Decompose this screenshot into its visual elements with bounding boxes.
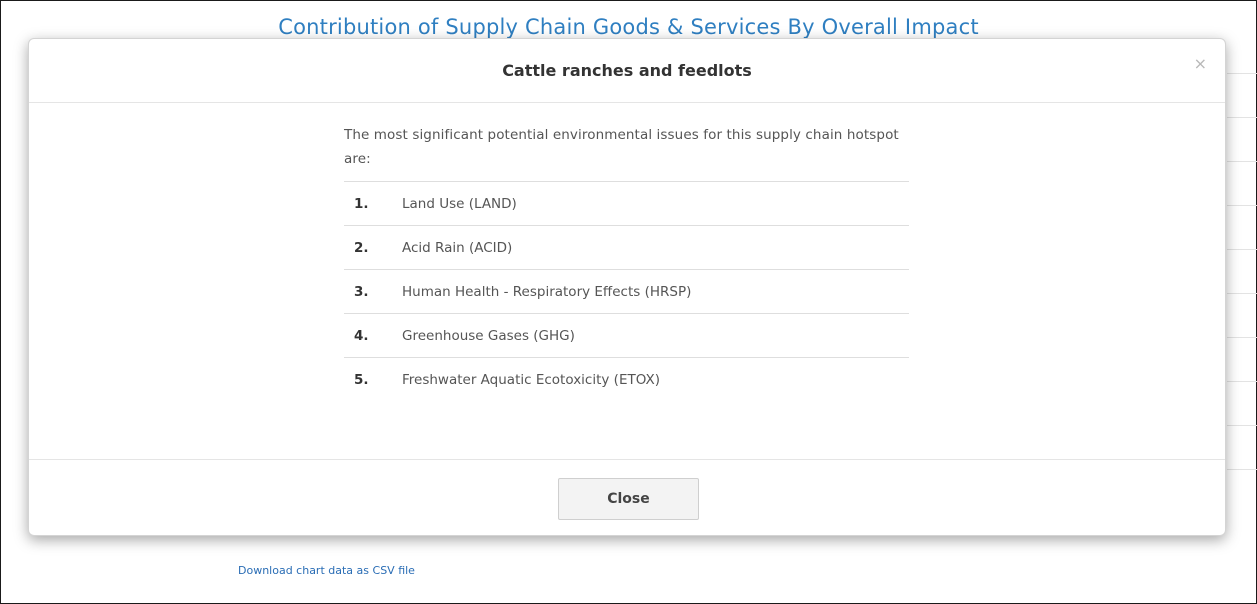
item-label: Human Health - Respiratory Effects (HRSP… xyxy=(402,283,692,300)
row-divider xyxy=(1227,73,1257,74)
row-divider xyxy=(1227,381,1257,382)
row-divider xyxy=(1227,469,1257,470)
row-divider xyxy=(1227,337,1257,338)
row-divider xyxy=(1227,205,1257,206)
list-item: 1. Land Use (LAND) xyxy=(344,182,909,226)
list-item: 5. Freshwater Aquatic Ecotoxicity (ETOX) xyxy=(344,358,909,401)
item-number: 4. xyxy=(354,327,369,344)
intro-text: The most significant potential environme… xyxy=(344,127,899,167)
item-label: Land Use (LAND) xyxy=(402,195,517,212)
page-frame: Contribution of Supply Chain Goods & Ser… xyxy=(0,0,1257,604)
item-number: 2. xyxy=(354,239,369,256)
download-csv-link[interactable]: Download chart data as CSV file xyxy=(238,564,415,577)
issue-list: 1. Land Use (LAND) 2. Acid Rain (ACID) 3… xyxy=(344,181,909,401)
row-divider xyxy=(1227,117,1257,118)
item-number: 1. xyxy=(354,195,369,212)
list-item: 2. Acid Rain (ACID) xyxy=(344,226,909,270)
background-table-edge xyxy=(1227,41,1257,491)
chart-title: Contribution of Supply Chain Goods & Ser… xyxy=(278,15,979,39)
list-item: 4. Greenhouse Gases (GHG) xyxy=(344,314,909,358)
row-divider xyxy=(1227,249,1257,250)
row-divider xyxy=(1227,293,1257,294)
modal-header: Cattle ranches and feedlots × xyxy=(29,39,1225,103)
modal-footer: Close xyxy=(29,459,1225,538)
modal-body: The most significant potential environme… xyxy=(344,123,909,401)
item-label: Acid Rain (ACID) xyxy=(402,239,513,256)
item-number: 3. xyxy=(354,283,369,300)
issues-modal: Cattle ranches and feedlots × The most s… xyxy=(28,38,1226,536)
close-icon[interactable]: × xyxy=(1194,56,1207,72)
item-number: 5. xyxy=(354,371,369,388)
list-item: 3. Human Health - Respiratory Effects (H… xyxy=(344,270,909,314)
item-label: Freshwater Aquatic Ecotoxicity (ETOX) xyxy=(402,371,660,388)
item-label: Greenhouse Gases (GHG) xyxy=(402,327,575,344)
row-divider xyxy=(1227,161,1257,162)
close-button[interactable]: Close xyxy=(558,478,699,520)
row-divider xyxy=(1227,425,1257,426)
modal-title: Cattle ranches and feedlots xyxy=(502,61,752,80)
